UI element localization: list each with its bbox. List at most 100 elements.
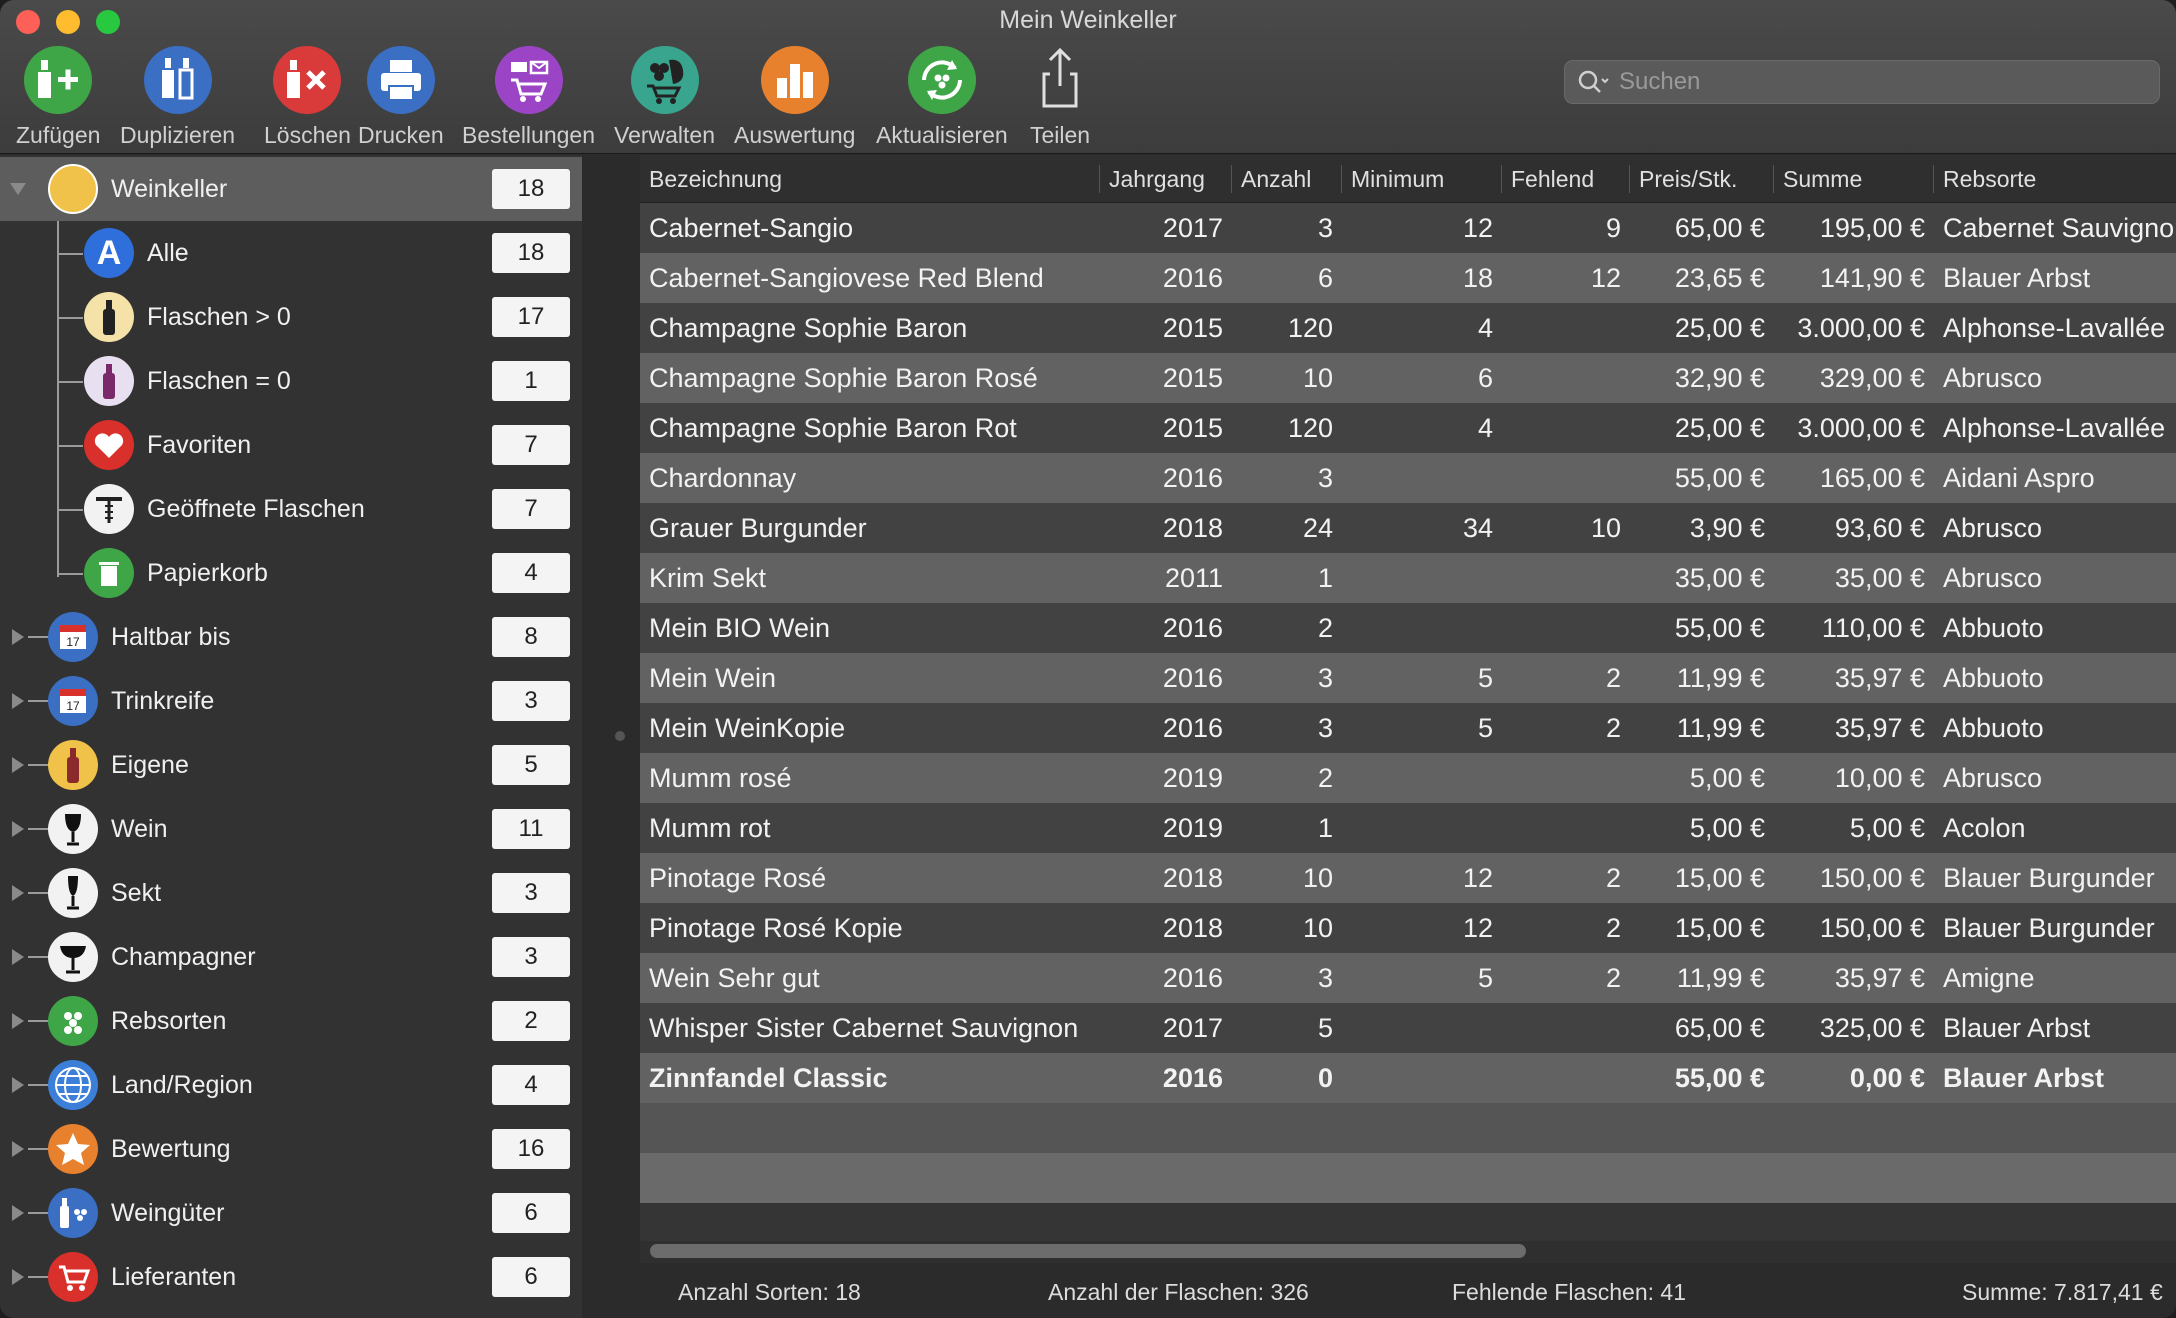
search-input[interactable] bbox=[1619, 68, 2139, 96]
table-row[interactable]: Zinnfandel Classic 2016 0 55,00 € 0,00 € Blau… bbox=[640, 1053, 2176, 1103]
svg-text:17: 17 bbox=[66, 699, 80, 713]
col-minimum-cell bbox=[1342, 803, 1502, 853]
divider-handle[interactable] bbox=[615, 731, 625, 741]
table-row[interactable]: Mein WeinKopie 2016 3 5 2 11,99 € 35,97 € Abbuo… bbox=[640, 703, 2176, 753]
disclosure-triangle-icon[interactable] bbox=[12, 885, 24, 901]
sidebar-item-wein[interactable]: Wein 11 bbox=[0, 797, 582, 861]
disclosure-triangle-icon[interactable] bbox=[12, 1269, 24, 1285]
col-preis-cell: 55,00 € bbox=[1674, 462, 1765, 493]
sidebar-item-alle[interactable]: A Alle 18 bbox=[0, 221, 582, 285]
horizontal-scrollbar[interactable] bbox=[640, 1241, 2176, 1263]
col-bezeichnung-cell: Grauer Burgunder bbox=[649, 512, 867, 543]
col-summe-cell: 93,60 € bbox=[1834, 512, 1925, 543]
col-jahrgang-cell: 2018 bbox=[1162, 512, 1223, 543]
col-minimum-cell: 34 bbox=[1462, 512, 1493, 543]
col-bezeichnung-header[interactable]: Bezeichnung bbox=[640, 155, 1100, 203]
col-minimum-header[interactable]: Minimum bbox=[1342, 155, 1502, 203]
col-summe-header[interactable]: Summe bbox=[1774, 155, 1934, 203]
share-button[interactable]: Teilen bbox=[1026, 46, 1094, 149]
table-row[interactable]: Cabernet-Sangiovese Red Blend 2016 6 18 12 23… bbox=[640, 253, 2176, 303]
duplicate-button[interactable]: Duplizieren bbox=[120, 46, 235, 149]
col-jahrgang-header[interactable]: Jahrgang bbox=[1100, 155, 1232, 203]
disclosure-triangle-open-icon[interactable] bbox=[10, 183, 26, 195]
table-row[interactable]: Whisper Sister Cabernet Sauvignon 2017 5 65… bbox=[640, 1003, 2176, 1053]
corkscrew-icon bbox=[84, 484, 134, 534]
col-anzahl-header[interactable]: Anzahl bbox=[1232, 155, 1342, 203]
scrollbar-thumb[interactable] bbox=[650, 1244, 1526, 1258]
col-jahrgang-cell: 2019 bbox=[1162, 762, 1223, 793]
disclosure-triangle-icon[interactable] bbox=[12, 1013, 24, 1029]
orders-label: Bestellungen bbox=[462, 122, 595, 148]
sidebar-item-sekt[interactable]: Sekt 3 bbox=[0, 861, 582, 925]
disclosure-triangle-icon[interactable] bbox=[12, 1205, 24, 1221]
sidebar-item-papierkorb[interactable]: Papierkorb 4 bbox=[0, 541, 582, 605]
table-row[interactable]: Mumm rot 2019 1 5,00 € 5,00 € Acolon bbox=[640, 803, 2176, 853]
tree-branch bbox=[57, 381, 83, 383]
disclosure-triangle-icon[interactable] bbox=[12, 949, 24, 965]
refresh-button[interactable]: Aktualisieren bbox=[876, 46, 1008, 149]
col-preis-header[interactable]: Preis/Stk. bbox=[1630, 155, 1774, 203]
search-field[interactable] bbox=[1564, 60, 2160, 104]
table-row[interactable]: Champagne Sophie Baron 2015 120 4 25,00 € 3.0… bbox=[640, 303, 2176, 353]
disclosure-triangle-icon[interactable] bbox=[12, 757, 24, 773]
col-minimum-cell bbox=[1342, 453, 1502, 503]
table-row[interactable]: Pinotage Rosé 2018 10 12 2 15,00 € 150,00 € Bla… bbox=[640, 853, 2176, 903]
table-row[interactable]: Krim Sekt 2011 1 35,00 € 35,00 € Abrusco bbox=[640, 553, 2176, 603]
col-fehlend-header[interactable]: Fehlend bbox=[1502, 155, 1630, 203]
table-row[interactable]: Champagne Sophie Baron Rot 2015 120 4 25,00 … bbox=[640, 403, 2176, 453]
sidebar-item-champagner[interactable]: Champagner 3 bbox=[0, 925, 582, 989]
sidebar-item-weingueter[interactable]: Weingüter 6 bbox=[0, 1181, 582, 1245]
disclosure-triangle-icon[interactable] bbox=[12, 1141, 24, 1157]
col-rebsorte-cell: Acolon bbox=[1943, 812, 2026, 843]
col-anzahl-cell: 3 bbox=[1317, 662, 1333, 693]
print-button[interactable]: Drucken bbox=[358, 46, 444, 149]
column-header-label: Anzahl bbox=[1241, 165, 1312, 192]
col-anzahl-cell: 2 bbox=[1317, 612, 1333, 643]
sidebar-item-flaschen-gt-0[interactable]: Flaschen > 0 17 bbox=[0, 285, 582, 349]
delete-button[interactable]: Löschen bbox=[264, 46, 351, 149]
delete-label: Löschen bbox=[264, 122, 351, 148]
sidebar-item-rebsorten[interactable]: Rebsorten 2 bbox=[0, 989, 582, 1053]
table-row[interactable]: Cabernet-Sangio 2017 3 12 9 65,00 € 195,00 € Ca… bbox=[640, 203, 2176, 253]
table-row[interactable]: Chardonnay 2016 3 55,00 € 165,00 € Aidani Asp… bbox=[640, 453, 2176, 503]
sidebar-item-flaschen-eq-0[interactable]: Flaschen = 0 1 bbox=[0, 349, 582, 413]
sidebar-item-land-region[interactable]: Land/Region 4 bbox=[0, 1053, 582, 1117]
table-row[interactable]: Grauer Burgunder 2018 24 34 10 3,90 € 93,60 € A… bbox=[640, 503, 2176, 553]
table-row[interactable]: Mein Wein 2016 3 5 2 11,99 € 35,97 € Abbuoto bbox=[640, 653, 2176, 703]
sidebar-item-eigene[interactable]: Eigene 5 bbox=[0, 733, 582, 797]
col-preis-cell: 35,00 € bbox=[1674, 562, 1765, 593]
empty-bottle-icon bbox=[84, 356, 134, 406]
table-row[interactable]: Mumm rosé 2019 2 5,00 € 10,00 € Abrusco bbox=[640, 753, 2176, 803]
col-preis-cell: 11,99 € bbox=[1676, 962, 1765, 993]
table-row[interactable]: Champagne Sophie Baron Rosé 2015 10 6 32,90 … bbox=[640, 353, 2176, 403]
status-fehlend: Fehlende Flaschen: 41 bbox=[1452, 1279, 1686, 1305]
manage-button[interactable]: Verwalten bbox=[614, 46, 715, 149]
add-button[interactable]: Zufügen bbox=[16, 46, 100, 149]
split-view-divider[interactable] bbox=[582, 155, 640, 1318]
col-rebsorte-header[interactable]: Rebsorte bbox=[1934, 155, 2176, 203]
window-title: Mein Weinkeller bbox=[999, 6, 1177, 34]
orders-button[interactable]: Bestellungen bbox=[462, 46, 595, 149]
sidebar-item-favoriten[interactable]: Favoriten 7 bbox=[0, 413, 582, 477]
disclosure-triangle-icon[interactable] bbox=[12, 821, 24, 837]
sidebar-item-bewertung[interactable]: Bewertung 16 bbox=[0, 1117, 582, 1181]
disclosure-triangle-icon[interactable] bbox=[12, 693, 24, 709]
sidebar-item-trinkreife[interactable]: 17 Trinkreife 3 bbox=[0, 669, 582, 733]
report-button[interactable]: Auswertung bbox=[734, 46, 855, 149]
sidebar-item-geoeffnete-flaschen[interactable]: Geöffnete Flaschen 7 bbox=[0, 477, 582, 541]
table-row[interactable]: Mein BIO Wein 2016 2 55,00 € 110,00 € Abbuoto bbox=[640, 603, 2176, 653]
col-anzahl-cell: 3 bbox=[1317, 212, 1333, 243]
sidebar-item-haltbar-bis[interactable]: 17 Haltbar bis 8 bbox=[0, 605, 582, 669]
sidebar-item-label: Papierkorb bbox=[147, 558, 268, 587]
col-bezeichnung-cell: Champagne Sophie Baron Rosé bbox=[649, 362, 1038, 393]
column-header-label: Preis/Stk. bbox=[1639, 165, 1738, 192]
tree-branch bbox=[28, 1276, 50, 1278]
table-row[interactable]: Pinotage Rosé Kopie 2018 10 12 2 15,00 € 150,0… bbox=[640, 903, 2176, 953]
sidebar-item-weinkeller[interactable]: Weinkeller 18 bbox=[0, 157, 582, 221]
disclosure-triangle-icon[interactable] bbox=[12, 629, 24, 645]
disclosure-triangle-icon[interactable] bbox=[12, 1077, 24, 1093]
sidebar-item-lieferanten[interactable]: Lieferanten 6 bbox=[0, 1245, 582, 1309]
duplicate-bottles-icon bbox=[143, 46, 212, 114]
table-row[interactable]: Wein Sehr gut 2016 3 5 2 11,99 € 35,97 € Amigne bbox=[640, 953, 2176, 1003]
col-summe-cell: 35,97 € bbox=[1834, 662, 1925, 693]
